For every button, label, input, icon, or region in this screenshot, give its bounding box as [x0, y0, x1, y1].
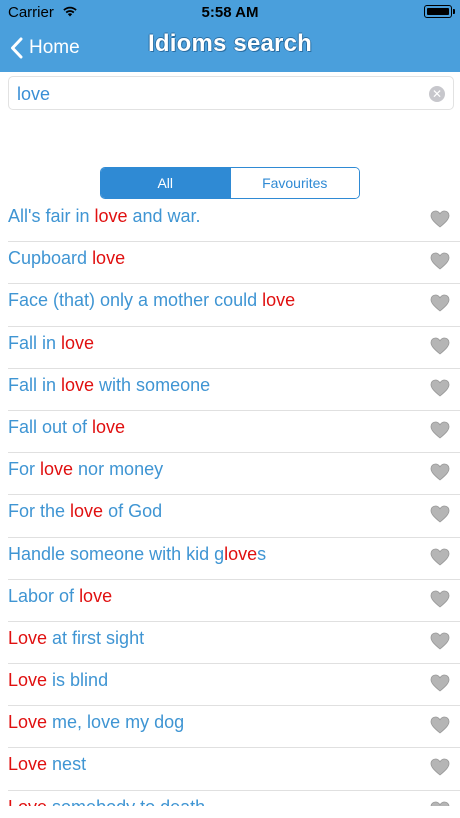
idiom-text-part: and war.	[127, 206, 201, 226]
idiom-text-part: me, love my dog	[47, 712, 185, 733]
search-match: love	[224, 543, 258, 564]
status-time: 5:58 AM	[201, 4, 259, 21]
favourite-heart-icon[interactable]	[430, 674, 450, 692]
search-input[interactable]	[17, 81, 417, 107]
idiom-text-part: Cupboard	[8, 248, 93, 269]
idiom-text: All's fair in love and war.	[8, 206, 201, 227]
battery-level	[426, 7, 449, 15]
favourite-heart-icon[interactable]	[430, 252, 450, 270]
favourite-heart-icon[interactable]	[430, 801, 450, 806]
idiom-text: Love at first sight	[8, 628, 144, 649]
favourite-heart-icon[interactable]	[430, 379, 450, 397]
idiom-text: Cupboard love	[8, 248, 125, 269]
idiom-list: All's fair in love and war. Cupboard love…	[0, 200, 460, 806]
favourite-heart-icon[interactable]	[430, 548, 450, 566]
idiom-text-part: is blind	[47, 670, 109, 691]
idiom-text-part: at first sight	[47, 627, 145, 648]
status-bar: Carrier 5:58 AM	[0, 0, 460, 24]
idiom-row[interactable]: Love is blind	[8, 664, 460, 707]
search-match: love	[61, 332, 95, 353]
search-match: love	[262, 290, 296, 311]
search-match: Love	[8, 754, 48, 775]
idiom-text-part: nor money	[73, 459, 164, 480]
idiom-text: For love nor money	[8, 459, 163, 480]
favourite-heart-icon[interactable]	[430, 210, 450, 228]
search-match: love	[94, 206, 128, 226]
search-match: Love	[8, 712, 48, 733]
idiom-row[interactable]: For love nor money	[8, 453, 460, 496]
idiom-text: Labor of love	[8, 586, 112, 607]
search-match: Love	[8, 670, 48, 691]
idiom-row[interactable]: All's fair in love and war.	[8, 200, 460, 243]
idiom-text-part: somebody to death	[47, 797, 205, 806]
idiom-row[interactable]: Face (that) only a mother could love	[8, 284, 460, 327]
search-match: love	[92, 248, 126, 269]
idiom-text: Love me, love my dog	[8, 712, 184, 733]
idiom-text-part: with someone	[94, 374, 211, 395]
idiom-row[interactable]: For the love of God	[8, 495, 460, 538]
idiom-text-part: s	[257, 543, 267, 564]
search-match: love	[79, 585, 113, 606]
search-match: Love	[8, 797, 47, 806]
idiom-text-part: Fall out of	[8, 416, 93, 437]
clear-search-icon[interactable]: ✕	[429, 86, 445, 102]
favourite-heart-icon[interactable]	[430, 463, 450, 481]
idiom-text-part: For the	[8, 501, 71, 522]
favourite-heart-icon[interactable]	[430, 337, 450, 355]
idiom-row[interactable]: Cupboard love	[8, 242, 460, 285]
idiom-row[interactable]: Fall out of love	[8, 411, 460, 454]
idiom-text-part: All's fair in	[8, 206, 95, 226]
idiom-text-part: Fall in	[8, 332, 62, 353]
idiom-text: For the love of God	[8, 501, 162, 522]
idiom-row[interactable]: Fall in love with someone	[8, 369, 460, 411]
idiom-text-part: Labor of	[8, 585, 80, 606]
segment-all[interactable]: All	[101, 168, 230, 198]
idiom-text: Fall in love	[8, 333, 94, 354]
idiom-row[interactable]: Love me, love my dog	[8, 706, 460, 749]
idiom-text: Love is blind	[8, 670, 108, 691]
favourite-heart-icon[interactable]	[430, 294, 450, 312]
idiom-text-part: Fall in	[8, 374, 62, 395]
idiom-text-part: For	[8, 459, 41, 480]
page-title: Idioms search	[147, 30, 312, 57]
favourite-heart-icon[interactable]	[430, 590, 450, 608]
idiom-text: Fall in love with someone	[8, 375, 210, 396]
idiom-row[interactable]: Love nest	[8, 748, 460, 791]
idiom-row[interactable]: Love at first sight	[8, 622, 460, 665]
idiom-text-part: of God	[103, 501, 163, 522]
idiom-row[interactable]: Fall in love	[8, 327, 460, 369]
idiom-text: Love somebody to death	[8, 797, 205, 806]
search-match: love	[40, 459, 74, 480]
search-match: love	[61, 374, 95, 395]
idiom-text: Love nest	[8, 754, 86, 775]
search-match: love	[70, 501, 104, 522]
idiom-text: Handle someone with kid gloves	[8, 544, 266, 565]
favourite-heart-icon[interactable]	[430, 421, 450, 439]
idiom-row[interactable]: Labor of love	[8, 580, 460, 622]
search-match: Love	[8, 627, 48, 648]
battery-icon	[424, 5, 455, 18]
navigation-header: Carrier 5:58 AM Home Idioms search	[0, 0, 460, 72]
idiom-text-part: Face (that) only a mother could	[8, 290, 263, 311]
favourite-heart-icon[interactable]	[430, 505, 450, 523]
search-bar: ✕	[8, 76, 454, 110]
idiom-text: Fall out of love	[8, 417, 125, 438]
search-match: love	[92, 416, 126, 437]
favourite-heart-icon[interactable]	[430, 758, 450, 776]
idiom-text: Face (that) only a mother could love	[8, 290, 295, 311]
idiom-row[interactable]: Love somebody to death	[8, 791, 460, 806]
favourite-heart-icon[interactable]	[430, 632, 450, 650]
idiom-text-part: Handle someone with kid g	[8, 543, 225, 564]
idiom-text-part: nest	[47, 754, 87, 775]
filter-segmented-control: All Favourites	[100, 167, 360, 199]
favourite-heart-icon[interactable]	[430, 716, 450, 734]
segment-favourites[interactable]: Favourites	[229, 168, 359, 198]
idiom-row[interactable]: Handle someone with kid gloves	[8, 538, 460, 580]
